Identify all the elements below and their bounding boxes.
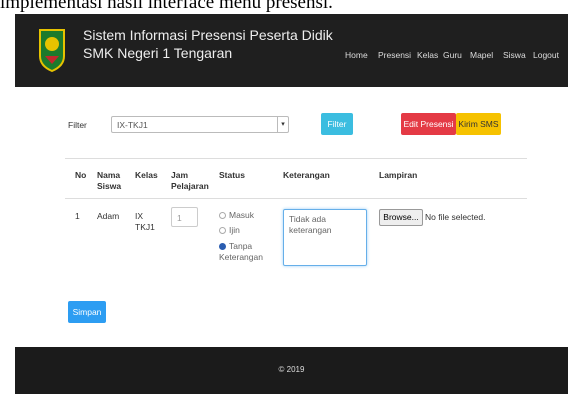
edit-presensi-button[interactable]: Edit Presensi [401, 113, 456, 135]
nav-logout[interactable]: Logout [533, 50, 559, 60]
status-masuk-label: Masuk [229, 210, 255, 220]
screenshot: Sistem Informasi Presensi Peserta Didik … [0, 0, 568, 394]
brand-title-line2: SMK Negeri 1 Tengaran [83, 45, 233, 61]
filter-button[interactable]: Filter [321, 113, 353, 135]
header-keterangan: Keterangan [283, 170, 330, 180]
brand-title[interactable]: Sistem Informasi Presensi Peserta Didik … [83, 26, 333, 62]
radio-selected-icon [219, 243, 226, 251]
status-ijin-label: Ijin [229, 225, 240, 235]
simpan-button[interactable]: Simpan [68, 301, 106, 323]
cell-no: 1 [75, 211, 80, 221]
filter-label: Filter [68, 120, 87, 130]
status-tanpa-keterangan-radio[interactable]: Tanpa Keterangan [219, 241, 269, 263]
header-divider [65, 198, 527, 199]
divider [65, 158, 527, 159]
brand-title-line1: Sistem Informasi Presensi Peserta Didik [83, 27, 333, 43]
cell-nama: Adam [97, 211, 120, 221]
header-kelas: Kelas [135, 170, 158, 180]
browse-button[interactable]: Browse... [379, 209, 423, 226]
header-nama: Nama Siswa [97, 170, 122, 191]
keterangan-textarea[interactable]: Tidak ada keterangan [283, 209, 367, 266]
status-masuk-radio[interactable]: Masuk [219, 210, 254, 221]
nav-guru[interactable]: Guru [443, 50, 462, 60]
header-status: Status [219, 170, 245, 180]
status-ijin-radio[interactable]: Ijin [219, 225, 240, 236]
kirim-sms-button[interactable]: Kirim SMS [456, 113, 501, 135]
class-select[interactable]: IX-TKJ1 ▾ [111, 116, 289, 133]
class-select-value: IX-TKJ1 [117, 120, 148, 130]
nav-mapel[interactable]: Mapel [470, 50, 493, 60]
copyright: © 2019 [278, 365, 305, 374]
footer: © 2019 [15, 347, 568, 394]
file-status: No file selected. [425, 212, 486, 222]
radio-icon [219, 212, 226, 220]
jam-pelajaran-input[interactable]: 1 [171, 207, 198, 227]
caption-text: implementasi hasil interface menu presen… [0, 0, 568, 14]
navbar: Sistem Informasi Presensi Peserta Didik … [15, 10, 568, 87]
header-no: No [75, 170, 87, 180]
nav-home[interactable]: Home [345, 50, 368, 60]
cell-kelas: IX TKJ1 [135, 211, 155, 232]
nav-presensi[interactable]: Presensi [378, 50, 411, 60]
radio-icon [219, 227, 226, 235]
chevron-down-icon: ▾ [277, 117, 288, 132]
school-logo-icon [39, 29, 65, 72]
header-jam: Jam Pelajaran [171, 170, 209, 191]
nav-kelas[interactable]: Kelas [417, 50, 438, 60]
header-lampiran: Lampiran [379, 170, 418, 180]
nav-siswa[interactable]: Siswa [503, 50, 526, 60]
